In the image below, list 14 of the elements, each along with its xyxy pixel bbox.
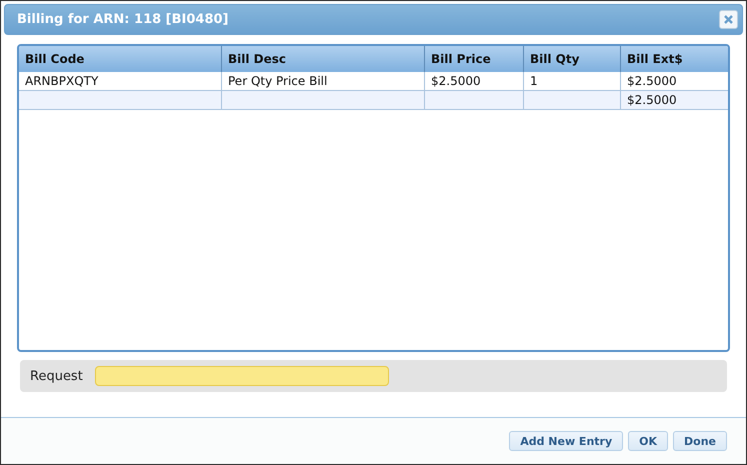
close-button[interactable]: [719, 10, 738, 29]
column-header[interactable]: Bill Ext$: [620, 46, 728, 72]
close-icon: [724, 15, 733, 24]
dialog-button[interactable]: Add New Entry: [509, 431, 624, 451]
column-header[interactable]: Bill Price: [424, 46, 524, 72]
column-header[interactable]: Bill Qty: [524, 46, 620, 72]
table-cell: $2.5000: [620, 90, 728, 110]
window-title: Billing for ARN: 118 [BI0480]: [17, 12, 228, 27]
column-header[interactable]: Bill Desc: [222, 46, 424, 72]
dialog-button[interactable]: OK: [628, 431, 668, 451]
dialog-button[interactable]: Done: [673, 431, 727, 451]
request-label: Request: [30, 368, 83, 384]
request-field[interactable]: [94, 366, 389, 386]
column-header[interactable]: Bill Code: [19, 46, 222, 72]
